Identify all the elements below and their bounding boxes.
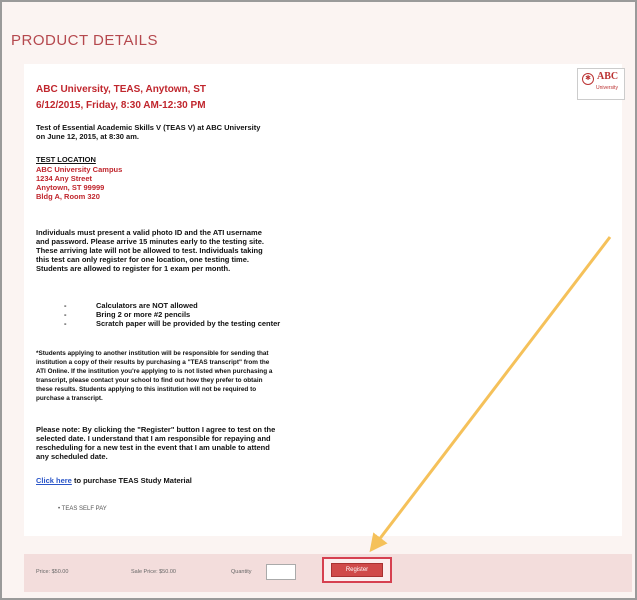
annotation-arrow-icon (369, 236, 612, 553)
